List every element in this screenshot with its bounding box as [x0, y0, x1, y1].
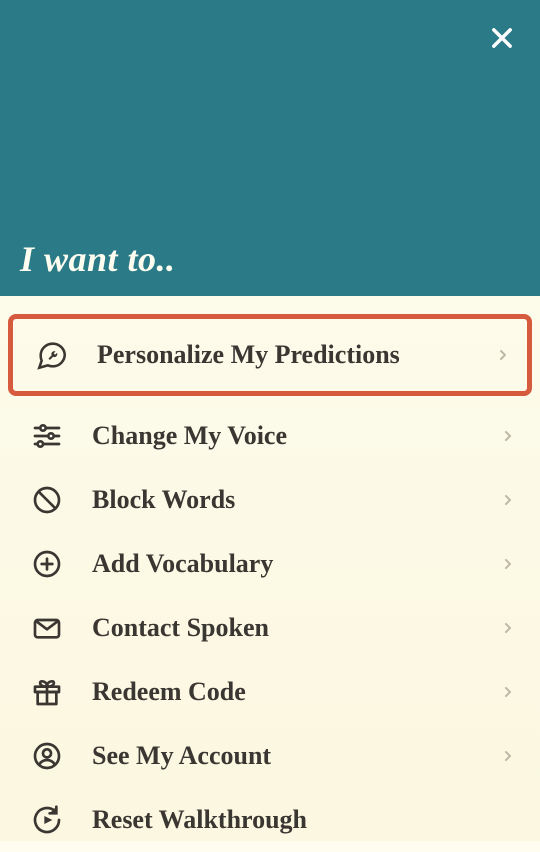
header: I want to..: [0, 0, 540, 296]
menu-item-label: Add Vocabulary: [92, 549, 500, 579]
chevron-right-icon: [500, 428, 516, 444]
menu-item-see-account[interactable]: See My Account: [0, 724, 540, 788]
chevron-right-icon: [500, 556, 516, 572]
menu-item-label: Contact Spoken: [92, 613, 500, 643]
menu-item-label: See My Account: [92, 741, 500, 771]
sliders-icon: [30, 419, 64, 453]
close-icon: [488, 24, 516, 52]
menu-item-change-voice[interactable]: Change My Voice: [0, 404, 540, 468]
page-title: I want to..: [20, 238, 176, 280]
chevron-right-icon: [500, 620, 516, 636]
chevron-right-icon: [500, 684, 516, 700]
menu-item-add-vocabulary[interactable]: Add Vocabulary: [0, 532, 540, 596]
close-button[interactable]: [486, 22, 518, 54]
menu-item-label: Personalize My Predictions: [97, 340, 495, 370]
menu-item-contact-spoken[interactable]: Contact Spoken: [0, 596, 540, 660]
chevron-right-icon: [495, 347, 511, 363]
chevron-right-icon: [500, 492, 516, 508]
menu-item-label: Block Words: [92, 485, 500, 515]
menu-item-label: Change My Voice: [92, 421, 500, 451]
menu-item-redeem-code[interactable]: Redeem Code: [0, 660, 540, 724]
wrench-chat-icon: [35, 338, 69, 372]
menu-item-label: Reset Walkthrough: [92, 805, 516, 835]
menu-list: Personalize My Predictions Change My Voi…: [0, 296, 540, 852]
account-icon: [30, 739, 64, 773]
chevron-right-icon: [500, 748, 516, 764]
plus-circle-icon: [30, 547, 64, 581]
menu-item-block-words[interactable]: Block Words: [0, 468, 540, 532]
menu-item-personalize-predictions[interactable]: Personalize My Predictions: [8, 314, 532, 396]
replay-icon: [30, 803, 64, 837]
menu-item-label: Redeem Code: [92, 677, 500, 707]
mail-icon: [30, 611, 64, 645]
gift-icon: [30, 675, 64, 709]
block-icon: [30, 483, 64, 517]
menu-item-reset-walkthrough[interactable]: Reset Walkthrough: [0, 788, 540, 852]
